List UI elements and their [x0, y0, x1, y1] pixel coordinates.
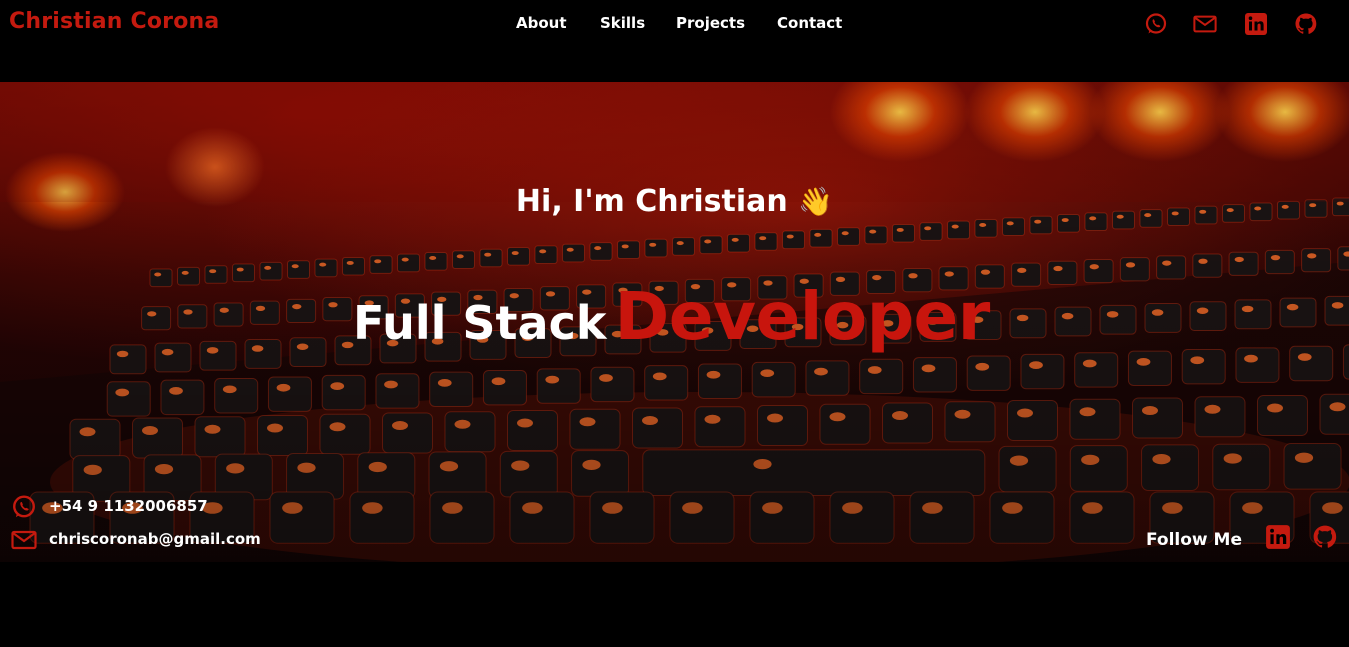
github-icon[interactable] — [1312, 524, 1338, 550]
follow-me-label: Follow Me — [1146, 530, 1243, 550]
mail-icon[interactable] — [1193, 12, 1219, 36]
hero-headline: Full Stack Developer — [353, 278, 990, 358]
linkedin-icon[interactable] — [1265, 524, 1291, 550]
github-icon[interactable] — [1294, 12, 1318, 36]
linkedin-icon[interactable] — [1244, 12, 1268, 36]
phone-number: +54 9 1132006857 — [49, 497, 208, 515]
email-address: chriscoronab@gmail.com — [49, 530, 261, 548]
page: Christian Corona About Skills Projects C… — [0, 0, 1349, 647]
whatsapp-icon — [11, 494, 37, 520]
headline-accent: Developer — [614, 278, 990, 355]
headline-plain: Full Stack — [353, 296, 607, 350]
hero-banner: Hi, I'm Christian 👋 Full Stack Developer … — [0, 82, 1349, 562]
waving-hand-icon: 👋 — [798, 185, 834, 218]
whatsapp-icon[interactable] — [1144, 12, 1168, 36]
mail-icon — [11, 527, 37, 553]
header-social-links — [0, 12, 1349, 36]
greeting-text: Hi, I'm Christian — [515, 184, 788, 219]
hero-greeting: Hi, I'm Christian 👋 — [0, 184, 1349, 219]
